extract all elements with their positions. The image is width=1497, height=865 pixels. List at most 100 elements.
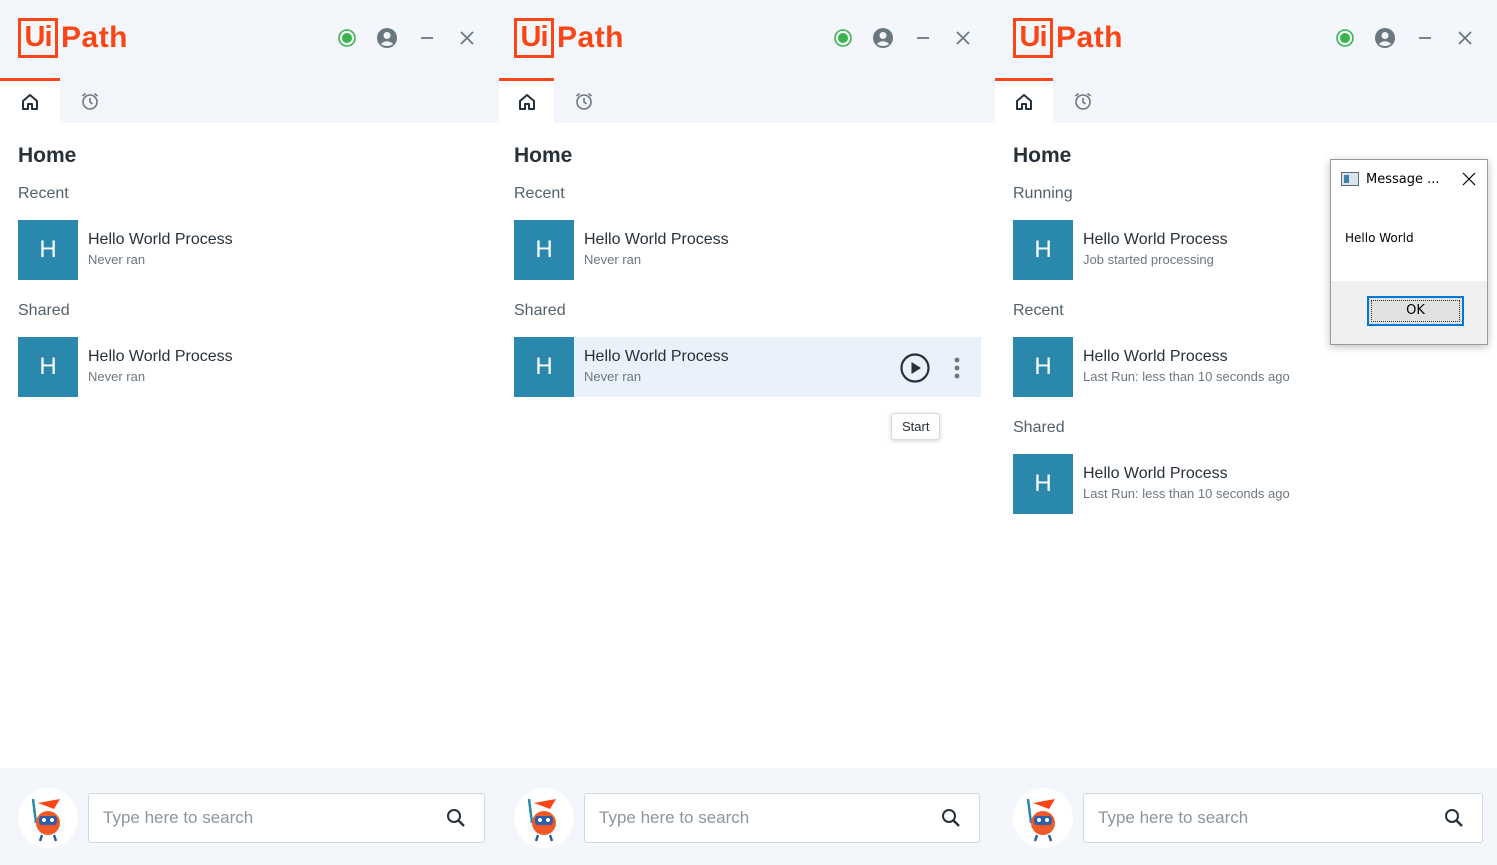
uipath-logo: Ui Path <box>514 18 624 58</box>
logo-text: Path <box>61 21 129 54</box>
assistant-window-1: Ui Path Home Recent H Hello World Proces… <box>0 0 499 865</box>
uipath-logo: Ui Path <box>18 18 128 58</box>
tab-bar <box>995 78 1497 123</box>
search-box[interactable] <box>88 793 485 843</box>
search-box[interactable] <box>584 793 980 843</box>
process-status: Never ran <box>88 252 146 267</box>
logo-box: Ui <box>514 18 554 58</box>
process-status: Never ran <box>584 252 642 267</box>
section-label-shared: Shared <box>18 302 70 319</box>
process-item[interactable]: H Hello World Process Never ran <box>18 337 478 397</box>
process-avatar: H <box>1013 220 1073 280</box>
process-status: Job started processing <box>1083 252 1214 267</box>
process-name: Hello World Process <box>88 348 233 365</box>
dialog-message: Hello World <box>1345 231 1414 245</box>
start-tooltip: Start <box>891 413 941 440</box>
tab-bar <box>499 78 995 123</box>
process-name: Hello World Process <box>584 231 729 248</box>
tab-home[interactable] <box>499 78 554 123</box>
logo-text: Path <box>557 21 625 54</box>
section-label-running: Running <box>1013 185 1073 202</box>
window-app-icon <box>1341 172 1359 186</box>
dialog-close-button[interactable] <box>1459 169 1479 189</box>
dialog-title: Message ... <box>1366 171 1440 187</box>
robot-assistant-icon[interactable] <box>514 788 574 848</box>
search-icon[interactable] <box>444 806 468 830</box>
search-box[interactable] <box>1083 793 1483 843</box>
minimize-icon[interactable] <box>1413 26 1437 50</box>
minimize-icon[interactable] <box>911 26 935 50</box>
page-title: Home <box>18 144 77 167</box>
bottom-bar <box>499 768 995 865</box>
tab-home[interactable] <box>0 78 60 123</box>
alarm-clock-icon <box>81 92 99 110</box>
process-status: Last Run: less than 10 seconds ago <box>1083 369 1290 384</box>
logo-box: Ui <box>18 18 58 58</box>
process-avatar: H <box>1013 337 1073 397</box>
process-name: Hello World Process <box>1083 348 1228 365</box>
process-status: Never ran <box>88 369 146 384</box>
ok-button[interactable]: OK <box>1367 296 1464 326</box>
tab-home[interactable] <box>995 78 1053 123</box>
alarm-clock-icon <box>575 92 593 110</box>
section-label-recent: Recent <box>18 185 69 202</box>
robot-assistant-icon[interactable] <box>1013 788 1073 848</box>
close-icon[interactable] <box>951 26 975 50</box>
search-icon[interactable] <box>939 806 963 830</box>
start-process-button[interactable] <box>899 352 931 384</box>
user-account-icon[interactable] <box>1373 26 1397 50</box>
ok-button-label: OK <box>1371 300 1460 322</box>
section-label-recent: Recent <box>514 185 565 202</box>
home-content: Home Recent H Hello World Process Never … <box>499 123 995 768</box>
screenshot-root: Ui Path Home Recent H Hello World Proces… <box>0 0 1497 865</box>
process-name: Hello World Process <box>1083 231 1228 248</box>
user-account-icon[interactable] <box>375 26 399 50</box>
process-name: Hello World Process <box>1083 465 1228 482</box>
process-item[interactable]: H Hello World Process Last Run: less tha… <box>1013 337 1473 397</box>
status-online-icon[interactable] <box>1333 26 1357 50</box>
tab-triggers[interactable] <box>554 78 614 123</box>
minimize-icon[interactable] <box>415 26 439 50</box>
search-input[interactable] <box>89 808 444 828</box>
process-name: Hello World Process <box>584 348 729 365</box>
close-icon <box>1462 172 1476 186</box>
tab-triggers[interactable] <box>1053 78 1113 123</box>
process-avatar: H <box>514 337 574 397</box>
status-online-icon[interactable] <box>335 26 359 50</box>
user-account-icon[interactable] <box>871 26 895 50</box>
search-icon[interactable] <box>1442 806 1466 830</box>
close-icon[interactable] <box>1453 26 1477 50</box>
tab-bar <box>0 78 499 123</box>
process-avatar: H <box>1013 454 1073 514</box>
process-item-hovered[interactable]: H Hello World Process Never ran <box>514 337 981 397</box>
robot-assistant-icon[interactable] <box>18 788 78 848</box>
play-circle-icon <box>900 353 930 383</box>
search-input[interactable] <box>1084 808 1442 828</box>
close-icon[interactable] <box>455 26 479 50</box>
more-options-button[interactable] <box>947 352 967 384</box>
process-status: Last Run: less than 10 seconds ago <box>1083 486 1290 501</box>
home-icon <box>1016 94 1032 110</box>
more-vertical-icon <box>954 357 960 379</box>
title-bar: Ui Path <box>499 0 995 78</box>
dialog-title-bar: Message ... <box>1331 160 1487 198</box>
title-bar: Ui Path <box>0 0 499 78</box>
section-label-shared: Shared <box>514 302 566 319</box>
page-title: Home <box>1013 144 1072 167</box>
title-bar: Ui Path <box>995 0 1497 78</box>
section-label-recent: Recent <box>1013 302 1064 319</box>
alarm-clock-icon <box>1074 92 1092 110</box>
dialog-body: Hello World <box>1331 198 1487 283</box>
process-item[interactable]: H Hello World Process Last Run: less tha… <box>1013 454 1473 514</box>
process-item[interactable]: H Hello World Process Never ran <box>18 220 478 280</box>
home-icon <box>22 94 38 110</box>
search-input[interactable] <box>585 808 939 828</box>
logo-box: Ui <box>1013 18 1053 58</box>
tab-triggers[interactable] <box>60 78 120 123</box>
bottom-bar <box>995 768 1497 865</box>
assistant-window-3: Ui Path Home Running H Hello World Proce… <box>995 0 1497 865</box>
dialog-footer: OK <box>1331 281 1487 344</box>
process-item[interactable]: H Hello World Process Never ran <box>514 220 981 280</box>
status-online-icon[interactable] <box>831 26 855 50</box>
bottom-bar <box>0 768 499 865</box>
